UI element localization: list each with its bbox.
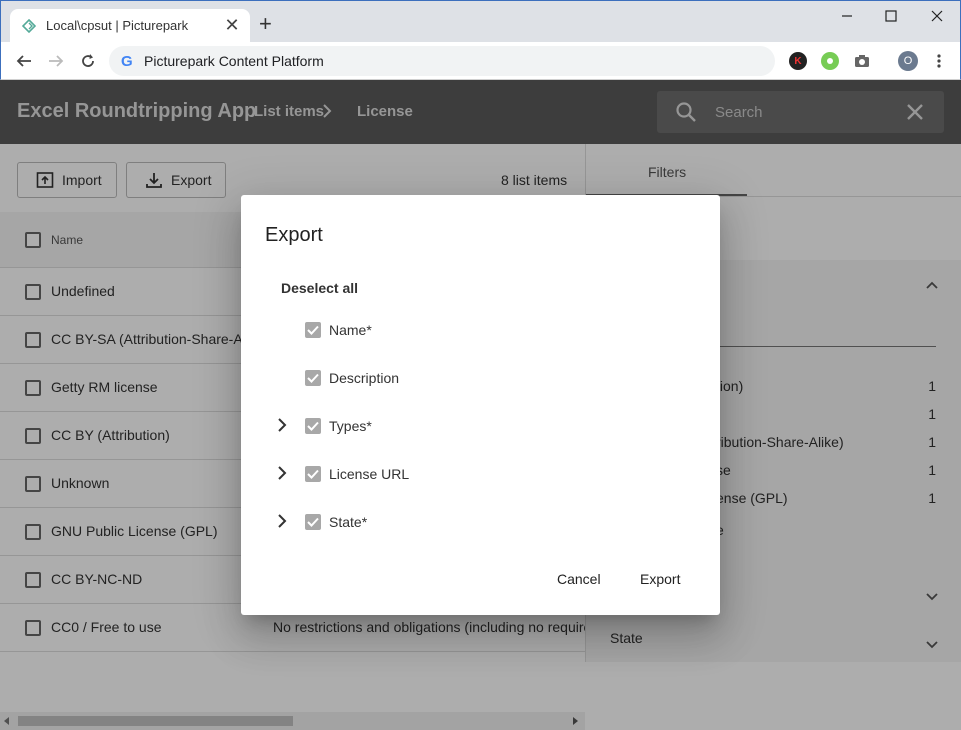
new-tab-icon[interactable]: +	[259, 13, 272, 35]
cancel-button[interactable]: Cancel	[557, 571, 601, 587]
address-bar[interactable]: G Picturepark Content Platform	[109, 46, 775, 76]
maximize-icon[interactable]	[871, 5, 911, 27]
minimize-icon[interactable]	[827, 5, 867, 27]
field-option-state: State*	[241, 510, 720, 534]
description-checkbox[interactable]	[305, 370, 321, 386]
field-option-license-url: License URL	[241, 462, 720, 486]
menu-dots-icon[interactable]	[929, 51, 949, 71]
profile-avatar[interactable]: O	[898, 51, 918, 71]
types-checkbox[interactable]	[305, 418, 321, 434]
chevron-right-icon[interactable]	[277, 418, 287, 437]
browser-tab[interactable]: Local\cpsut | Picturepark ✕	[10, 9, 250, 43]
extension-k-icon[interactable]: K	[789, 52, 807, 70]
address-text: Picturepark Content Platform	[144, 53, 324, 69]
option-label: Types*	[329, 418, 372, 434]
chevron-right-icon[interactable]	[277, 466, 287, 485]
forward-arrow-icon[interactable]	[46, 51, 66, 71]
tab-title: Local\cpsut | Picturepark	[46, 18, 189, 33]
option-label: State*	[329, 514, 368, 530]
dialog-title: Export	[265, 224, 323, 246]
option-label: Description	[329, 370, 400, 386]
export-dialog: Export Deselect all Name* Description Ty…	[241, 195, 720, 615]
browser-toolbar: G Picturepark Content Platform K O	[0, 42, 961, 80]
chevron-right-icon[interactable]	[277, 514, 287, 533]
close-window-icon[interactable]	[917, 5, 957, 27]
field-option-types: Types*	[241, 414, 720, 438]
option-label: License URL	[329, 466, 410, 482]
option-label: Name*	[329, 322, 372, 338]
google-icon: G	[121, 53, 133, 70]
field-option-name: Name*	[241, 318, 720, 342]
name-checkbox[interactable]	[305, 322, 321, 338]
deselect-all-button[interactable]: Deselect all	[281, 280, 358, 296]
field-option-description: Description	[241, 366, 720, 390]
state-checkbox[interactable]	[305, 514, 321, 530]
license-url-checkbox[interactable]	[305, 466, 321, 482]
browser-tabbar: Local\cpsut | Picturepark ✕ +	[0, 0, 961, 43]
camera-icon[interactable]	[853, 52, 871, 70]
extension-bug-icon[interactable]	[821, 52, 839, 70]
tab-close-icon[interactable]: ✕	[222, 15, 242, 35]
reload-icon[interactable]	[78, 51, 98, 71]
export-button[interactable]: Export	[640, 571, 680, 587]
picturepark-favicon-icon	[21, 18, 37, 38]
back-arrow-icon[interactable]	[14, 51, 34, 71]
